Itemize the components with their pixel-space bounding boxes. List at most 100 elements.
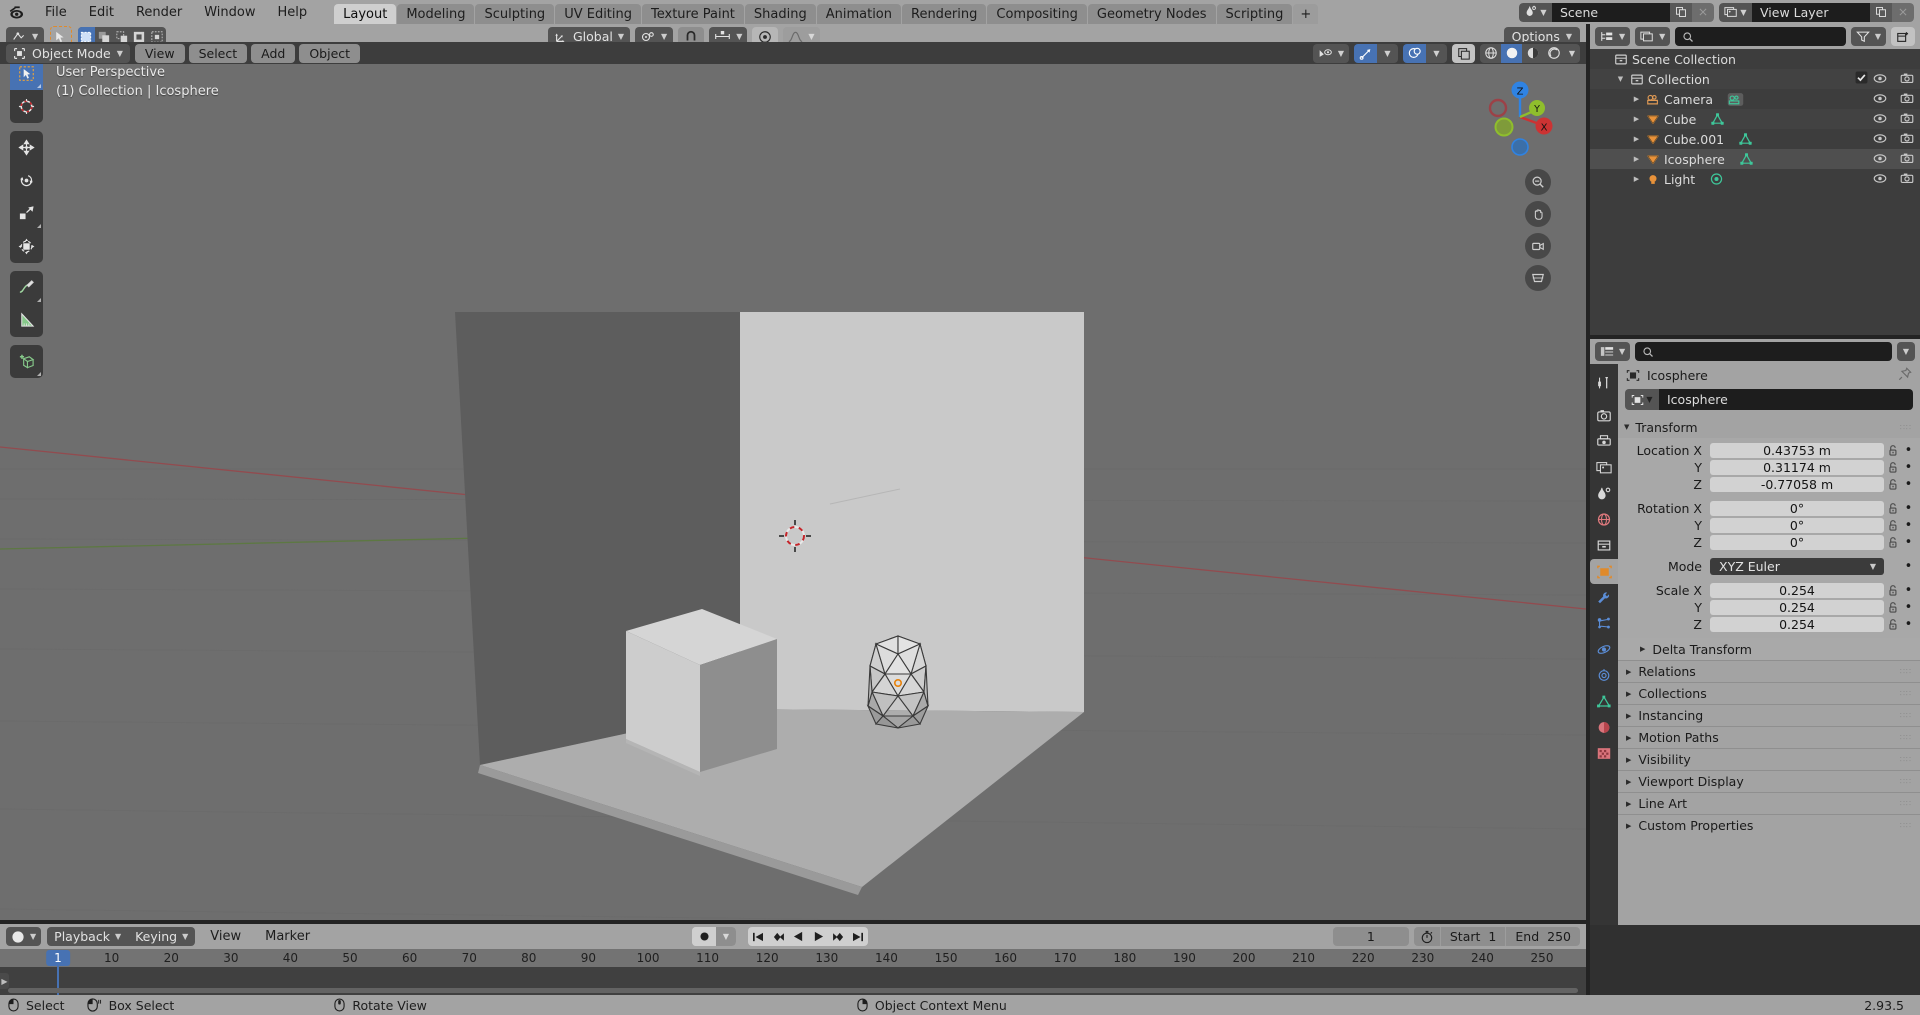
outliner-expand-triangle[interactable]: ▶ — [1630, 115, 1643, 123]
unlink-scene-button[interactable] — [1692, 2, 1714, 22]
workspace-tab-modeling[interactable]: Modeling — [397, 4, 475, 24]
outliner-expand-triangle[interactable]: ▶ — [1630, 175, 1643, 183]
animate-property-dot[interactable]: • — [1902, 617, 1915, 632]
timeline-editor-type-icon[interactable]: ▼ — [6, 927, 42, 946]
animate-property-dot[interactable]: • — [1902, 583, 1915, 598]
animate-property-dot[interactable]: • — [1902, 600, 1915, 615]
properties-tab-render[interactable] — [1592, 403, 1616, 428]
mesh-data-icon[interactable] — [1738, 132, 1753, 146]
jump-end-icon[interactable] — [848, 927, 868, 946]
new-view-layer-button[interactable] — [1870, 2, 1892, 22]
delta-transform-panel-header[interactable]: ▶ Delta Transform — [1618, 638, 1920, 660]
lock-property-icon[interactable] — [1884, 601, 1902, 614]
timeline-marker-menu[interactable]: Marker — [256, 927, 319, 946]
properties-tab-constraints[interactable] — [1592, 663, 1616, 688]
divider-horizontal-right[interactable] — [1590, 335, 1920, 339]
property-value-field[interactable]: -0.77058 m — [1710, 476, 1884, 492]
animate-property-dot[interactable]: • — [1902, 535, 1915, 550]
3d-viewport[interactable]: User Perspective (1) Collection | Icosph… — [0, 49, 1586, 924]
panel-header-motion-paths[interactable]: ▶ Motion Paths ∷∷ — [1618, 726, 1920, 748]
workspace-tab-animation[interactable]: Animation — [816, 4, 901, 24]
top-menu-file[interactable]: File — [34, 0, 78, 24]
animate-property-dot[interactable]: • — [1902, 443, 1915, 458]
properties-editor-type-icon[interactable]: ▼ — [1595, 342, 1631, 361]
properties-tab-modifiers[interactable] — [1592, 585, 1616, 610]
outliner-row-cube[interactable]: ▶ Cube — [1590, 109, 1920, 129]
property-value-field[interactable]: 0.254 — [1710, 582, 1884, 598]
object-name-field[interactable]: Icosphere — [1659, 389, 1913, 410]
panel-header-viewport-display[interactable]: ▶ Viewport Display ∷∷ — [1618, 770, 1920, 792]
gizmo-icon[interactable] — [1354, 43, 1377, 63]
animate-property-dot[interactable]: • — [1902, 501, 1915, 516]
current-frame-field[interactable]: 1 — [1332, 927, 1409, 946]
jump-start-icon[interactable] — [748, 927, 768, 946]
playback-menu[interactable]: Playback ▼ — [47, 929, 128, 944]
start-frame-value[interactable]: 1 — [1484, 927, 1507, 946]
divider-horizontal-timeline[interactable] — [0, 920, 1586, 924]
prev-keyframe-icon[interactable] — [768, 927, 788, 946]
workspace-tab-geometry-nodes[interactable]: Geometry Nodes — [1087, 4, 1216, 24]
play-icon[interactable] — [808, 927, 828, 946]
camera-view-icon[interactable] — [1525, 233, 1551, 259]
pin-icon[interactable] — [1898, 366, 1912, 384]
viewport-menu-add[interactable]: Add — [251, 43, 296, 63]
property-value-field[interactable]: 0.254 — [1710, 616, 1884, 632]
move-tool-button[interactable] — [10, 131, 43, 164]
view-layer-name-field[interactable]: View Layer — [1752, 2, 1870, 22]
top-menu-window[interactable]: Window — [193, 0, 266, 24]
transform-panel-header[interactable]: ▼ Transform ∷∷ — [1618, 416, 1920, 438]
properties-tab-scene[interactable] — [1592, 481, 1616, 506]
outliner-row-camera[interactable]: ▶ Camera — [1590, 89, 1920, 109]
properties-options-dropdown[interactable]: ▼ — [1896, 342, 1915, 361]
object-id-icon[interactable]: ▼ — [1625, 389, 1659, 410]
overlays-icon[interactable] — [1403, 43, 1426, 63]
timeline-sidebar-toggle[interactable]: ▶ — [0, 973, 9, 989]
lock-property-icon[interactable] — [1884, 444, 1902, 457]
disable-in-render-camera-icon[interactable] — [1900, 132, 1914, 147]
hide-in-viewport-eye-icon[interactable] — [1873, 152, 1887, 167]
top-menu-render[interactable]: Render — [125, 0, 193, 24]
keying-menu[interactable]: Keying ▼ — [128, 929, 195, 944]
properties-tab-object-data[interactable] — [1592, 689, 1616, 714]
properties-tab-particles[interactable] — [1592, 611, 1616, 636]
properties-tab-physics[interactable] — [1592, 637, 1616, 662]
top-menu-edit[interactable]: Edit — [78, 0, 125, 24]
outliner-row-scene-collection[interactable]: Scene Collection — [1590, 49, 1920, 69]
object-id-block[interactable]: ▼ Icosphere — [1625, 389, 1913, 410]
camera-data-icon[interactable] — [1727, 92, 1744, 107]
outliner-row-cube-001[interactable]: ▶ Cube.001 — [1590, 129, 1920, 149]
panel-header-relations[interactable]: ▶ Relations ∷∷ — [1618, 660, 1920, 682]
lock-property-icon[interactable] — [1884, 584, 1902, 597]
next-keyframe-icon[interactable] — [828, 927, 848, 946]
hide-in-viewport-eye-icon[interactable] — [1873, 72, 1887, 87]
disable-in-render-camera-icon[interactable] — [1900, 152, 1914, 167]
panel-header-instancing[interactable]: ▶ Instancing ∷∷ — [1618, 704, 1920, 726]
outliner-search-input[interactable] — [1675, 27, 1846, 46]
properties-tab-world[interactable] — [1592, 507, 1616, 532]
shading-options-dropdown[interactable]: ▼ — [1564, 44, 1580, 63]
play-reverse-icon[interactable] — [788, 927, 808, 946]
end-frame-value[interactable]: 250 — [1543, 927, 1580, 946]
rotation-mode-dropdown[interactable]: XYZ Euler ▼ — [1710, 557, 1884, 575]
properties-tab-texture[interactable] — [1592, 741, 1616, 766]
shading-mode-segment[interactable]: ▼ — [1480, 43, 1580, 63]
hide-in-viewport-eye-icon[interactable] — [1873, 172, 1887, 187]
workspace-tab-layout[interactable]: Layout — [334, 4, 397, 24]
panel-header-visibility[interactable]: ▶ Visibility ∷∷ — [1618, 748, 1920, 770]
mesh-data-icon[interactable] — [1710, 112, 1725, 126]
remove-view-layer-button[interactable] — [1892, 2, 1914, 22]
outliner-expand-triangle[interactable]: ▶ — [1630, 135, 1643, 143]
filter-id-icon[interactable]: ▼ — [1635, 27, 1671, 46]
animate-property-dot[interactable]: • — [1902, 477, 1915, 492]
lock-property-icon[interactable] — [1884, 478, 1902, 491]
viewport-menu-object[interactable]: Object — [299, 43, 361, 63]
top-menu-help[interactable]: Help — [267, 0, 319, 24]
properties-tab-collection[interactable] — [1592, 533, 1616, 558]
panel-header-line-art[interactable]: ▶ Line Art ∷∷ — [1618, 792, 1920, 814]
shading-solid-icon[interactable] — [1501, 43, 1522, 63]
property-value-field[interactable]: 0.254 — [1710, 599, 1884, 615]
scene-name-field[interactable]: Scene — [1552, 2, 1670, 22]
auto-keying-options-dropdown[interactable]: ▼ — [716, 927, 736, 946]
properties-tab-view-layer[interactable] — [1592, 455, 1616, 480]
timeline-view-menu[interactable]: View — [201, 927, 250, 946]
